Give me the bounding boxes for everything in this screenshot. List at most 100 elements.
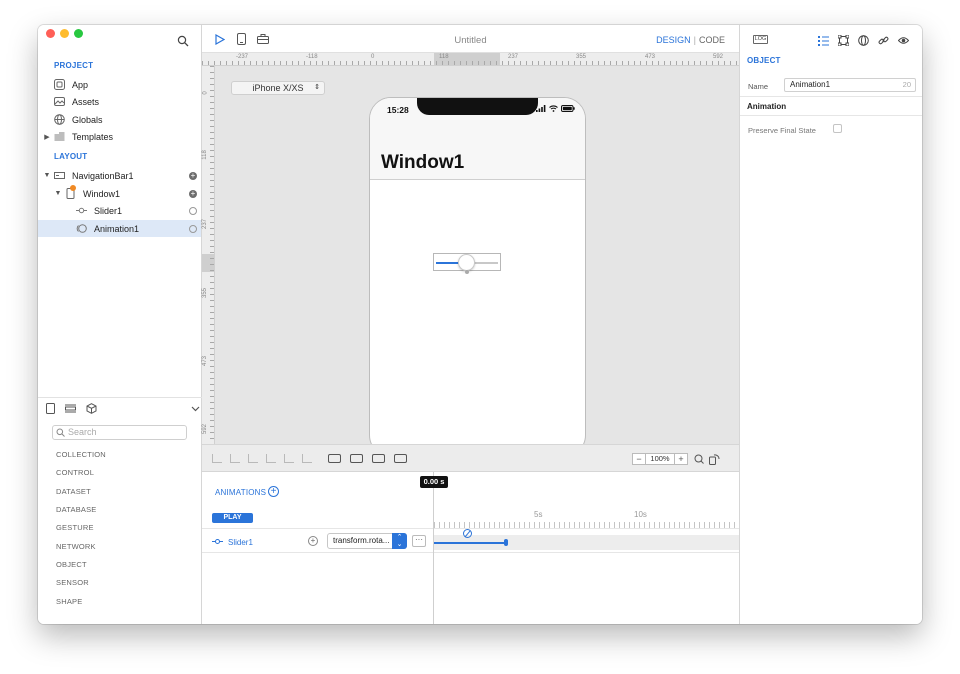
design-canvas[interactable]: iPhone X/XS ⇕ 15:28 Window1 [215, 66, 739, 444]
name-char-count: 20 [902, 80, 911, 89]
phone-frame[interactable]: 15:28 Window1 [369, 97, 586, 444]
sidebar-item-globals[interactable]: Globals [38, 111, 201, 128]
sidebar-item-slider1[interactable]: Slider1 [38, 202, 201, 219]
zoom-in-button[interactable]: + [674, 453, 688, 465]
chevron-down-icon[interactable] [191, 406, 200, 412]
align-top-icon[interactable] [212, 454, 222, 463]
fit-width-icon[interactable] [328, 454, 341, 463]
property-select[interactable]: transform.rota... ⌃ ⌄ [327, 533, 407, 549]
app-icon [54, 79, 65, 90]
add-child-button[interactable]: + [189, 171, 197, 180]
folder-icon [54, 131, 65, 142]
no-easing-icon[interactable] [463, 529, 472, 538]
ruler-label: 473 [202, 355, 209, 367]
align-bottom-icon[interactable] [230, 454, 240, 463]
sidebar-item-assets[interactable]: Assets [38, 93, 201, 110]
zoom-fit-icon[interactable] [694, 454, 704, 464]
library-category-object[interactable]: OBJECT [56, 560, 87, 569]
name-input[interactable]: Animation1 20 [784, 78, 916, 92]
device-select[interactable]: iPhone X/XS ⇕ [231, 81, 325, 95]
disclosure-right-icon[interactable]: ▶ [43, 133, 51, 141]
animation-duration-bar[interactable] [434, 542, 506, 544]
sidebar-item-navigationbar1[interactable]: ▼ NavigationBar1 + [38, 167, 201, 184]
zoom-window-button[interactable] [74, 29, 83, 38]
frame-tab-icon[interactable] [838, 35, 849, 46]
device-select-value: iPhone X/XS [252, 83, 304, 93]
close-window-button[interactable] [46, 29, 55, 38]
align-center-icon[interactable] [302, 454, 312, 463]
search-placeholder: Search [68, 427, 97, 437]
library-category-collection[interactable]: COLLECTION [56, 450, 106, 459]
sidebar-item-app[interactable]: App [38, 76, 201, 93]
traffic-lights [46, 29, 83, 38]
rotate-device-icon[interactable] [709, 453, 720, 465]
sidebar-item-window1[interactable]: ▼ Window1 + [38, 185, 201, 202]
updown-chevron-icon[interactable]: ⌃ ⌄ [392, 533, 407, 549]
design-mode-button[interactable]: DESIGN [656, 35, 691, 45]
disclosure-down-icon[interactable]: ▼ [43, 172, 51, 179]
list-tab-icon[interactable] [65, 404, 76, 413]
sidebar-item-label: Globals [72, 114, 103, 125]
ruler-ticks [202, 61, 739, 65]
playhead-time[interactable]: 0.00 s [420, 476, 448, 488]
target-icon[interactable] [189, 224, 197, 233]
send-backward-icon[interactable] [394, 454, 407, 463]
ruler-ticks [210, 66, 214, 444]
ruler-label: 473 [645, 54, 656, 60]
add-animation-button[interactable]: + [268, 486, 279, 497]
mode-switcher: DESIGN | CODE [656, 35, 725, 45]
link-tab-icon[interactable] [878, 35, 889, 46]
target-icon[interactable] [189, 206, 197, 215]
library-category-gesture[interactable]: GESTURE [56, 523, 94, 532]
slider-thumb[interactable] [458, 254, 476, 271]
sidebar-item-animation1[interactable]: Animation1 [38, 220, 201, 237]
log-button[interactable]: LOG [753, 35, 768, 44]
zoom-value[interactable]: 100% [646, 453, 674, 465]
slider-component[interactable] [433, 253, 501, 274]
library-category-database[interactable]: DATABASE [56, 505, 97, 514]
eye-tab-icon[interactable] [898, 35, 909, 46]
navigation-bar-icon [54, 170, 65, 181]
align-left-icon[interactable] [266, 454, 276, 463]
end-keyframe-handle[interactable] [504, 539, 508, 546]
sidebar-item-label: Animation1 [94, 223, 140, 234]
sidebar-item-templates[interactable]: ▶ Templates [38, 128, 201, 145]
timeline[interactable]: 0.00 s 5s 10s [420, 472, 740, 624]
bring-forward-icon[interactable] [372, 454, 385, 463]
top-ruler[interactable]: -237 -118 0 118 237 355 473 592 [202, 53, 739, 66]
section-divider [740, 115, 922, 116]
style-tab-icon[interactable] [858, 35, 869, 46]
ruler-label: 355 [576, 54, 587, 60]
zoom-control: − 100% + [632, 453, 720, 465]
cube-tab-icon[interactable] [86, 403, 97, 414]
fit-height-icon[interactable] [350, 454, 363, 463]
library-search-input[interactable]: Search [52, 425, 187, 440]
align-right-icon[interactable] [284, 454, 294, 463]
library-category-dataset[interactable]: DATASET [56, 487, 91, 496]
left-ruler[interactable]: 0 118 237 355 473 592 [202, 66, 215, 444]
align-tools [212, 454, 312, 463]
library-category-shape[interactable]: SHAPE [56, 597, 82, 606]
library-category-network[interactable]: NETWORK [56, 542, 96, 551]
updown-chevron-icon: ⇕ [314, 84, 320, 91]
library-category-sensor[interactable]: SENSOR [56, 578, 89, 587]
library-category-control[interactable]: CONTROL [56, 468, 94, 477]
properties-tab-icon[interactable] [818, 35, 829, 46]
status-time: 15:28 [387, 105, 409, 115]
play-animation-button[interactable]: PLAY [212, 513, 253, 523]
device-tab-icon[interactable] [46, 403, 55, 414]
timeline-track[interactable] [434, 529, 740, 550]
track-more-button[interactable]: ··· [412, 535, 426, 547]
code-mode-button[interactable]: CODE [699, 35, 725, 45]
add-child-button[interactable]: + [189, 189, 197, 198]
window-title: Window1 [381, 152, 465, 173]
minimize-window-button[interactable] [60, 29, 69, 38]
align-middle-icon[interactable] [248, 454, 258, 463]
preserve-final-state-checkbox[interactable] [833, 124, 842, 133]
disclosure-down-icon[interactable]: ▼ [54, 190, 62, 197]
add-keyframe-button[interactable]: + [308, 536, 318, 546]
zoom-out-button[interactable]: − [632, 453, 646, 465]
selection-handle[interactable] [465, 270, 469, 274]
image-icon [54, 96, 65, 107]
search-icon[interactable] [177, 35, 189, 47]
